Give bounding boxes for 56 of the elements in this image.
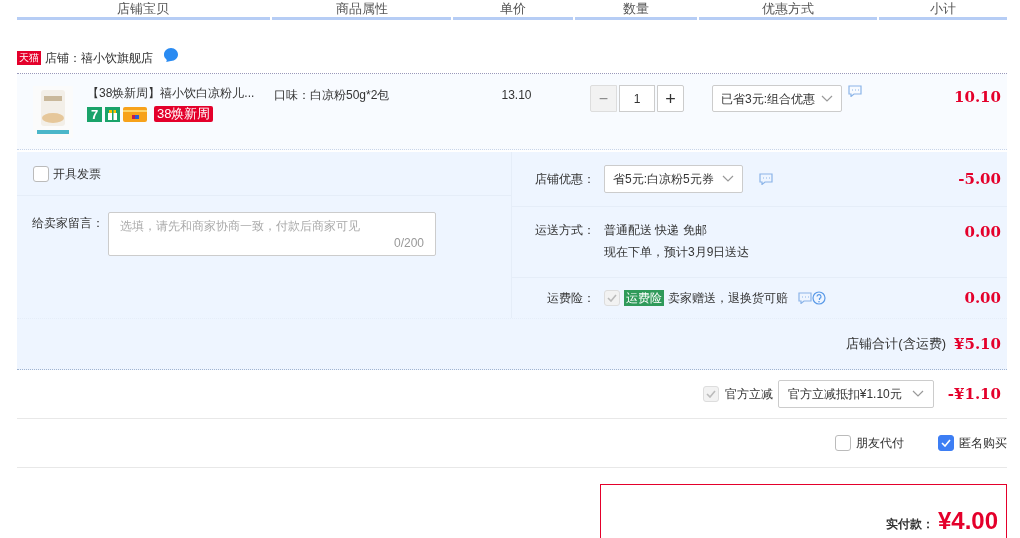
delivery-estimate: 现在下单，预计3月9日送达 xyxy=(604,244,750,261)
store-badge: 天猫 xyxy=(17,50,41,65)
option-label: 匿名购买 xyxy=(959,435,1007,452)
column-header: 商品属性 xyxy=(271,0,452,20)
shipping-method: 普通配送 快递 免邮 xyxy=(604,222,708,239)
check-icon xyxy=(941,439,951,447)
help-icon[interactable] xyxy=(812,291,826,305)
official-discount-label: 官方立减 xyxy=(724,386,773,403)
shipping-amount: 0.00 xyxy=(964,222,1002,243)
store-name[interactable]: 店铺：禧小饮旗舰店 xyxy=(45,48,153,67)
message-field[interactable]: 选填，请先和商家协商一致，付款后商家可见 xyxy=(120,217,424,235)
discount-select[interactable]: 已省3元:组合优惠 xyxy=(712,85,842,112)
coupon-label: 店铺优惠： xyxy=(534,171,596,188)
chat-icon[interactable] xyxy=(798,292,812,304)
char-counter: 0/200 xyxy=(393,235,424,252)
subtotal: 10.10 xyxy=(954,88,1001,106)
chevron-down-icon xyxy=(821,94,833,103)
option-checkbox[interactable] xyxy=(835,435,851,451)
payment-amount: ¥4.00 xyxy=(937,509,998,533)
promo-tag: 38焕新周 xyxy=(154,106,214,122)
check-icon xyxy=(705,390,716,398)
gift-icon xyxy=(105,106,120,122)
insurance-amount: 0.00 xyxy=(964,287,1002,309)
card-icon xyxy=(123,106,147,122)
option-checkbox[interactable] xyxy=(938,435,954,451)
column-header: 店铺宝贝 xyxy=(17,0,270,20)
number-badge: 7 xyxy=(87,106,102,122)
insurance-text: 卖家赠送，退换货可赔 xyxy=(668,290,788,307)
unit-price: 13.10 xyxy=(501,88,532,102)
payment-label: 实付款： xyxy=(885,516,934,533)
invoice-checkbox[interactable] xyxy=(33,165,49,182)
option-label: 朋友代付 xyxy=(856,435,904,452)
coupon-select[interactable]: 省5元:白凉粉5元券 xyxy=(604,165,743,193)
insurance-label: 运费险： xyxy=(546,290,596,307)
store-total-label: 店铺合计(含运费) xyxy=(846,335,946,354)
chat-icon[interactable] xyxy=(848,85,862,97)
check-icon xyxy=(607,294,617,302)
quantity-field[interactable]: 1 xyxy=(619,85,655,112)
column-header: 小计 xyxy=(879,0,1007,20)
column-header: 数量 xyxy=(575,0,697,20)
chat-icon[interactable] xyxy=(758,173,773,185)
column-header: 单价 xyxy=(453,0,574,20)
invoice-label: 开具发票 xyxy=(53,165,101,183)
product-title[interactable]: 【38焕新周】禧小饮白凉粉儿... xyxy=(87,84,255,102)
chat-bubble-icon[interactable] xyxy=(163,46,179,63)
insurance-tag: 运费险 xyxy=(624,290,664,306)
store-total-amount: ¥5.10 xyxy=(954,333,1001,355)
message-label: 给卖家留言： xyxy=(32,215,104,232)
product-attribute: 口味：白凉粉50g*2包 xyxy=(274,88,390,102)
chevron-down-icon xyxy=(721,175,734,183)
shipping-label: 运送方式： xyxy=(534,222,596,239)
column-header: 优惠方式 xyxy=(698,0,878,20)
coupon-amount: -5.00 xyxy=(958,168,1002,190)
chevron-down-icon xyxy=(911,390,924,398)
official-discount-amount: -¥1.10 xyxy=(947,383,1001,405)
increase-button[interactable]: + xyxy=(657,85,684,112)
